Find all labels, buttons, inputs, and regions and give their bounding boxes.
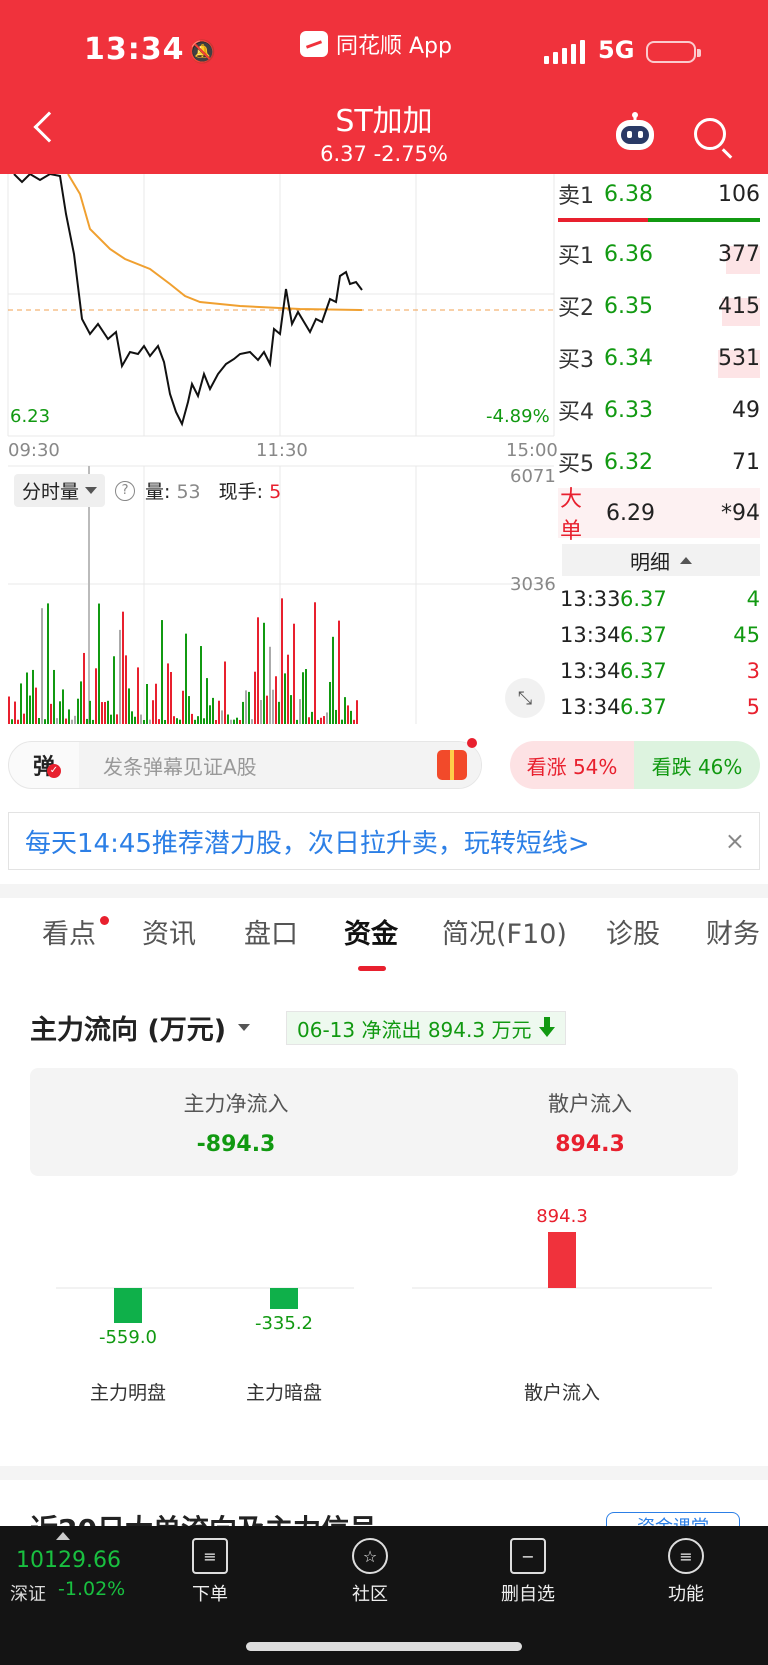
status-app-name: 同花顺 App xyxy=(336,34,452,59)
nav-remove-watchlist[interactable]: − 删自选 xyxy=(478,1538,578,1606)
time-label-mid: 11:30 xyxy=(256,440,308,461)
flow-bar xyxy=(270,1288,298,1309)
document-icon: ≡ xyxy=(192,1538,228,1574)
gift-icon[interactable] xyxy=(437,750,467,780)
status-app: 同花顺 App xyxy=(300,28,452,60)
bid-row-4: 买4 6.33 49 xyxy=(558,397,760,426)
search-icon[interactable] xyxy=(694,118,726,150)
tab-bar: 看点 资讯 盘口 资金 简况(F10) 诊股 财务 xyxy=(0,912,768,972)
expand-up-icon[interactable] xyxy=(56,1532,70,1540)
nav-order[interactable]: ≡ 下单 xyxy=(160,1538,260,1606)
bottom-nav: 10129.66 深证 -1.02% ≡ 下单 ☆ 社区 − 删自选 ≡ 功能 xyxy=(0,1526,768,1665)
home-indicator[interactable] xyxy=(246,1642,522,1651)
order-book: 卖1 6.38 106 买1 6.36 377 买2 6.35 415 买3 6… xyxy=(558,174,768,724)
flow-bar xyxy=(548,1232,576,1288)
assistant-robot-icon[interactable] xyxy=(612,112,658,152)
nav-community[interactable]: ☆ 社区 xyxy=(320,1538,420,1606)
intraday-chart[interactable]: 6.23 -4.89% 09:30 11:30 15:00 6071 3036 xyxy=(0,174,558,724)
star-icon: ☆ xyxy=(352,1538,388,1574)
bid-ask-ratio-bar xyxy=(558,218,760,222)
net-outflow-badge: 06-13 净流出 894.3 万元 xyxy=(286,1011,567,1045)
bid-row-3: 买3 6.34 531 xyxy=(558,340,760,378)
volume-label: 量: 53 xyxy=(145,481,201,503)
flow-bar-label: 主力暗盘 xyxy=(245,1382,322,1404)
signal-icon xyxy=(544,40,585,64)
chevron-up-icon xyxy=(680,556,692,564)
bid-row-5: 买5 6.32 71 xyxy=(558,449,760,478)
current-hand-label: 现手: 5 xyxy=(218,481,282,503)
danmaku-bar[interactable]: 弹 发条弹幕见证A股 xyxy=(8,738,482,789)
chevron-down-icon xyxy=(238,1024,251,1031)
danmaku-input[interactable]: 发条弹幕见证A股 xyxy=(79,742,481,788)
index-name: 深证 xyxy=(10,1584,46,1605)
vol-max-label: 6071 xyxy=(510,466,556,487)
fund-flow-bar-svg xyxy=(56,1232,712,1324)
flow-bar-label: 主力明盘 xyxy=(89,1382,166,1404)
flow-bar-value: -335.2 xyxy=(254,1312,314,1334)
tab-diagnose[interactable]: 诊股 xyxy=(606,912,660,951)
tab-finance[interactable]: 财务 xyxy=(706,912,760,951)
avg-price-line xyxy=(67,174,361,311)
mute-bell-icon: 🔕 xyxy=(188,40,217,65)
help-icon[interactable]: ? xyxy=(115,480,136,501)
tab-market[interactable]: 盘口 xyxy=(244,912,298,951)
index-change: -1.02% xyxy=(58,1578,126,1600)
time-label-close: 15:00 xyxy=(506,440,558,461)
battery-icon xyxy=(646,41,701,63)
section-divider xyxy=(0,1466,768,1480)
trade-detail-toggle[interactable]: 明细 xyxy=(562,544,760,576)
danmaku-toggle[interactable]: 弹 xyxy=(9,742,79,788)
active-tab-indicator xyxy=(358,966,386,971)
tab-kandian[interactable]: 看点 xyxy=(42,912,96,951)
notification-dot xyxy=(467,738,477,748)
nav-functions[interactable]: ≡ 功能 xyxy=(636,1538,736,1606)
flow-bar xyxy=(114,1288,142,1324)
notification-dot xyxy=(100,916,109,925)
big-order-row[interactable]: 大单 6.29 *94 xyxy=(558,487,760,544)
trade-row: 13:34 6.37 45 xyxy=(560,623,760,647)
promo-banner[interactable]: 每天14:45推荐潜力股，次日拉升卖，玩转短线> × xyxy=(8,812,760,870)
volume-mode-select[interactable]: 分时量 xyxy=(14,474,106,507)
chevron-down-icon xyxy=(85,487,98,494)
main-net-inflow: 主力净流入 -894.3 xyxy=(183,1092,289,1157)
bid-row-1: 买1 6.36 377 xyxy=(558,236,760,274)
close-icon[interactable]: × xyxy=(725,827,745,855)
time-label-open: 09:30 xyxy=(8,440,60,461)
vol-mid-label: 3036 xyxy=(510,574,556,595)
network-type: 5G xyxy=(598,36,635,64)
tab-news[interactable]: 资讯 xyxy=(142,912,196,951)
fund-flow-bar-chart: -559.0 主力明盘 -335.2 主力暗盘 894.3 散户流入 xyxy=(0,1196,768,1406)
fund-flow-title[interactable]: 主力流向 (万元) xyxy=(30,1008,251,1047)
expand-chart-button[interactable]: ⤡ xyxy=(505,678,545,718)
trade-row: 13:34 6.37 3 xyxy=(560,659,760,683)
price-line xyxy=(13,174,363,427)
trade-row: 13:33 6.37 4 xyxy=(560,587,760,611)
section-divider xyxy=(0,884,768,898)
volume-toolbar: 分时量 ? 量: 53 现手: 5 xyxy=(14,474,281,507)
flow-bar-value: 894.3 xyxy=(536,1206,588,1227)
promo-text[interactable]: 每天14:45推荐潜力股，次日拉升卖，玩转短线> xyxy=(25,823,590,860)
menu-icon: ≡ xyxy=(668,1538,704,1574)
bid-row-2: 买2 6.35 415 xyxy=(558,288,760,326)
trade-row: 13:34 6.37 5 xyxy=(560,695,760,719)
status-time: 13:34 🔕 xyxy=(84,32,217,67)
retail-inflow: 散户流入 894.3 xyxy=(548,1092,632,1157)
minus-icon: − xyxy=(510,1538,546,1574)
app-logo-icon xyxy=(300,31,328,57)
app-header: 13:34 🔕 同花顺 App 5G ST加加 6.37 -2.75% xyxy=(0,0,768,174)
pct-low-label: -4.89% xyxy=(486,406,550,427)
vote-up-button[interactable]: 看涨 54% xyxy=(510,741,634,789)
flow-bar-label: 散户流入 xyxy=(523,1382,600,1404)
fund-summary: 主力净流入 -894.3 散户流入 894.3 xyxy=(30,1068,738,1176)
ask-row-1: 卖1 6.38 106 xyxy=(558,181,760,210)
vote-down-button[interactable]: 看跌 46% xyxy=(634,741,760,789)
flow-bar-value: -559.0 xyxy=(98,1327,158,1348)
tab-funds[interactable]: 资金 xyxy=(344,912,398,951)
price-low-label: 6.23 xyxy=(10,406,51,427)
index-value[interactable]: 10129.66 xyxy=(16,1548,121,1573)
tab-f10[interactable]: 简况(F10) xyxy=(442,912,567,951)
arrow-down-icon xyxy=(539,1017,556,1037)
